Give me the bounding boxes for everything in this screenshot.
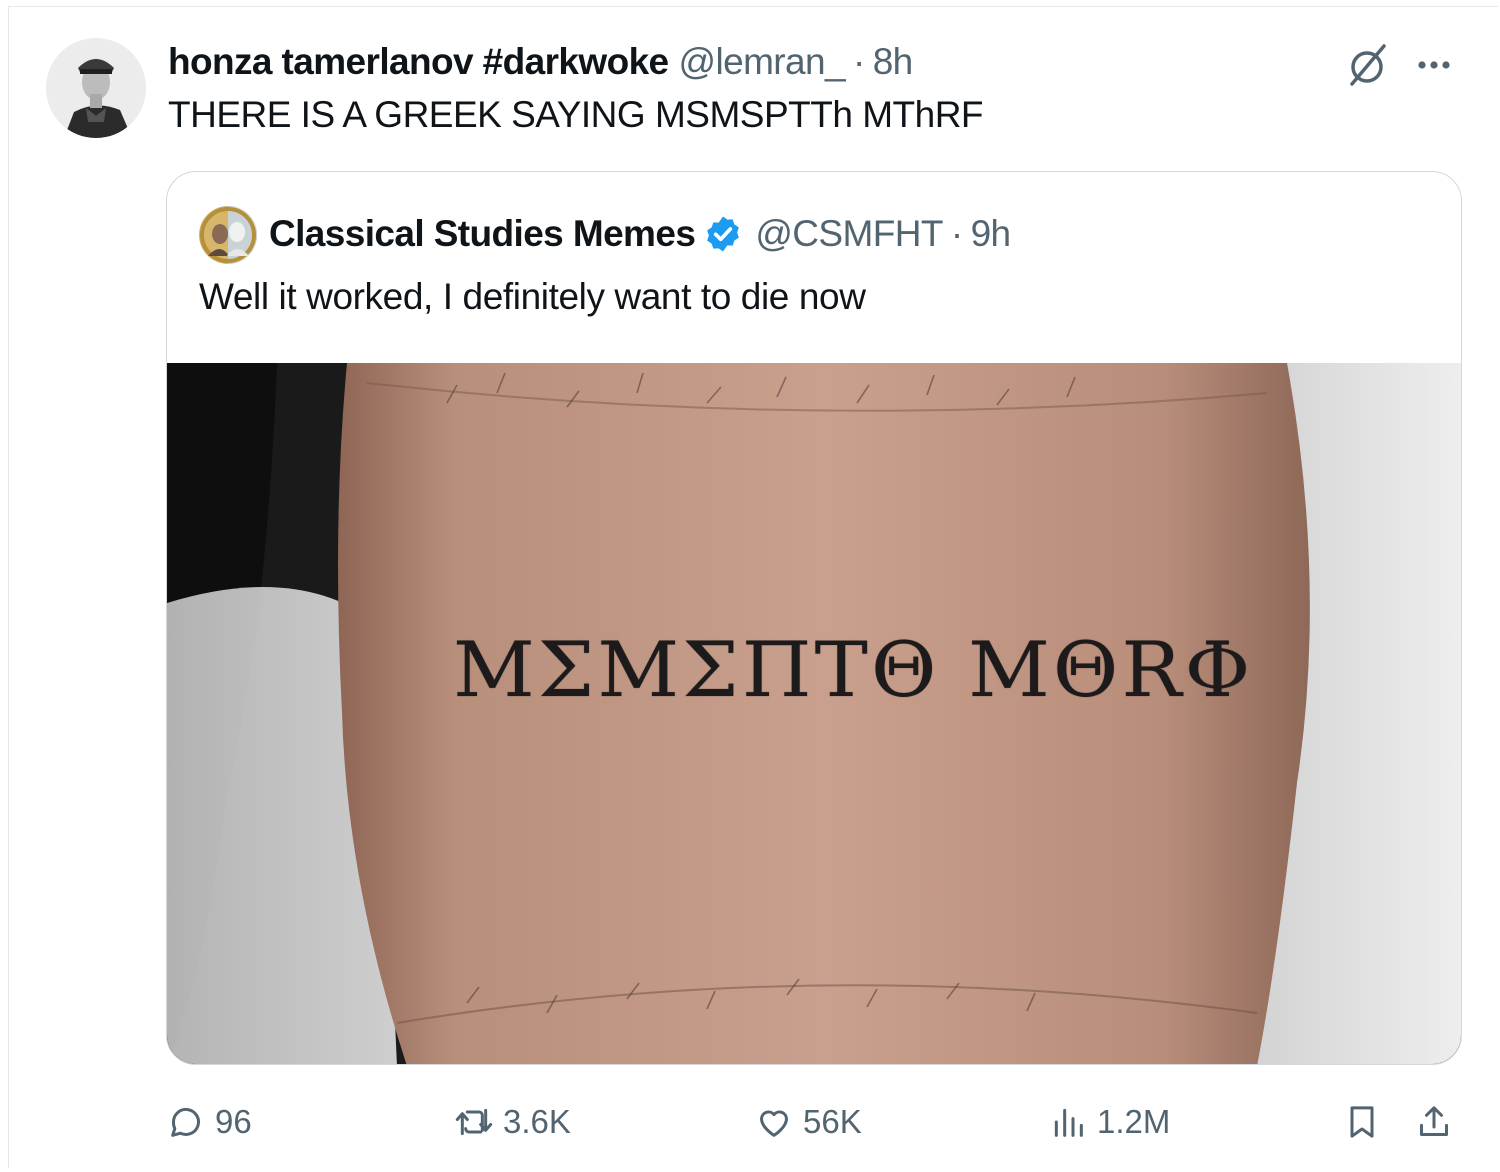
quoted-tweet-card[interactable]: Classical Studies Memes @CSMFHT · 9h Wel… <box>166 171 1462 1065</box>
reply-count: 96 <box>215 1103 252 1140</box>
retweet-count: 3.6K <box>503 1103 571 1140</box>
tattoo-photo[interactable]: ΜΣΜΣΠΤΘ ΜΘRΦ <box>167 363 1461 1064</box>
post-timestamp[interactable]: 8h <box>873 41 914 83</box>
like-button[interactable]: 56K <box>754 1094 862 1150</box>
share-button[interactable] <box>1414 1094 1454 1150</box>
post-header: honza tamerlanov #darkwoke @lemran_ · 8h <box>168 38 913 86</box>
action-bar: 96 3.6K 56K 1.2M <box>166 1094 1462 1150</box>
quoted-header: Classical Studies Memes @CSMFHT · 9h <box>269 210 1011 258</box>
leg-tattoo-image <box>167 363 1461 1064</box>
quoted-timestamp[interactable]: 9h <box>971 213 1012 255</box>
retweet-button[interactable]: 3.6K <box>454 1094 571 1150</box>
soldier-portrait-avatar-icon <box>46 38 146 138</box>
separator-dot: · <box>852 41 865 82</box>
views-button[interactable]: 1.2M <box>1048 1094 1170 1150</box>
quoted-text: Well it worked, I definitely want to die… <box>199 276 866 317</box>
author-handle[interactable]: @lemran_ <box>679 41 846 83</box>
reply-icon <box>171 1107 200 1137</box>
like-count: 56K <box>803 1103 862 1140</box>
grok-icon[interactable] <box>1342 40 1392 90</box>
post-text: THERE IS A GREEK SAYING MSMSPTTh MThRF <box>168 94 984 135</box>
more-icon[interactable] <box>1414 45 1454 85</box>
tattoo-text: ΜΣΜΣΠΤΘ ΜΘRΦ <box>453 625 1254 714</box>
retweet-icon <box>455 1108 493 1136</box>
verified-badge-icon[interactable] <box>703 214 743 254</box>
bookmark-icon <box>1350 1106 1374 1138</box>
bookmark-button[interactable] <box>1342 1094 1382 1150</box>
quoted-author-avatar[interactable] <box>199 206 257 264</box>
author-avatar[interactable] <box>46 38 146 138</box>
reply-button[interactable]: 96 <box>166 1094 252 1150</box>
like-icon <box>760 1110 788 1137</box>
share-icon <box>1420 1106 1448 1136</box>
author-name[interactable]: honza tamerlanov #darkwoke <box>168 41 669 83</box>
views-icon <box>1054 1108 1083 1137</box>
quoted-author-handle[interactable]: @CSMFHT <box>755 213 943 255</box>
quoted-author-name[interactable]: Classical Studies Memes <box>269 213 696 255</box>
classical-bust-avatar-icon <box>199 206 257 264</box>
post-top-actions <box>1342 40 1454 90</box>
quoted-separator-dot: · <box>950 213 963 254</box>
views-count: 1.2M <box>1097 1103 1171 1140</box>
